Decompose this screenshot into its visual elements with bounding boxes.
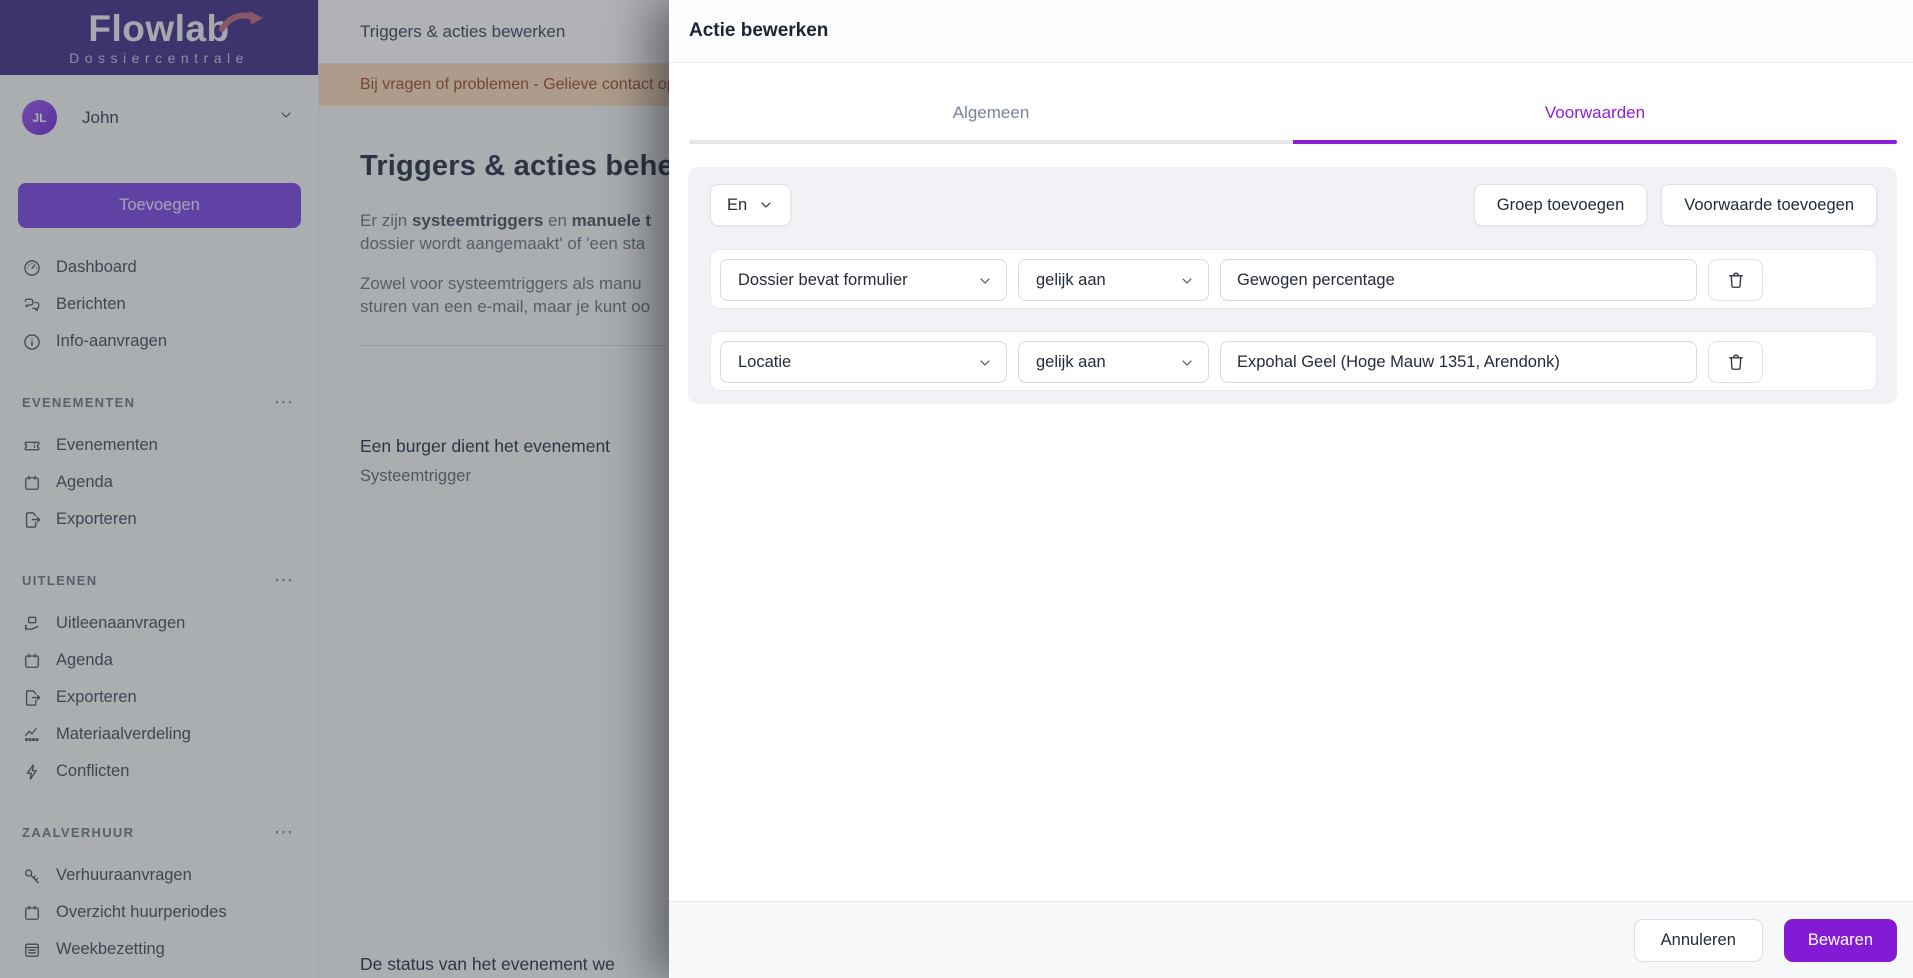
condition-group-panel: En Groep toevoegen Voorwaarde toevoegen … [688,167,1897,404]
condition-value-input[interactable] [1220,341,1697,383]
add-group-button[interactable]: Groep toevoegen [1473,184,1648,226]
save-button[interactable]: Bewaren [1783,918,1897,962]
modal-footer: Annuleren Bewaren [669,901,1913,978]
edit-action-modal: Actie bewerken Algemeen Voorwaarden En G… [669,0,1913,978]
condition-operator-select[interactable]: gelijk aan [1018,259,1209,301]
chevron-down-icon [761,202,771,208]
delete-condition-button[interactable] [1708,259,1763,301]
delete-condition-button[interactable] [1708,341,1763,383]
tab-voorwaarden[interactable]: Voorwaarden [1293,63,1897,144]
condition-operator-select[interactable]: gelijk aan [1018,341,1209,383]
condition-row: Locatie gelijk aan [710,331,1877,391]
trash-icon [1728,354,1743,370]
tab-underline-active [1293,140,1897,144]
condition-value-input[interactable] [1220,259,1697,301]
add-condition-button[interactable]: Voorwaarde toevoegen [1661,184,1877,226]
tab-algemeen[interactable]: Algemeen [689,63,1293,144]
trash-icon [1728,272,1743,288]
cancel-button[interactable]: Annuleren [1633,918,1763,962]
chevron-down-icon [980,360,990,366]
chevron-down-icon [1182,278,1192,284]
modal-header: Actie bewerken [669,0,1913,63]
condition-field-select[interactable]: Locatie [720,341,1007,383]
tab-underline [689,140,1293,144]
condition-row: Dossier bevat formulier gelijk aan [710,249,1877,309]
condition-field-select[interactable]: Dossier bevat formulier [720,259,1007,301]
modal-tabs: Algemeen Voorwaarden [669,63,1913,144]
chevron-down-icon [1182,360,1192,366]
modal-title: Actie bewerken [689,20,829,41]
group-operator-select[interactable]: En [710,184,792,226]
chevron-down-icon [980,278,990,284]
